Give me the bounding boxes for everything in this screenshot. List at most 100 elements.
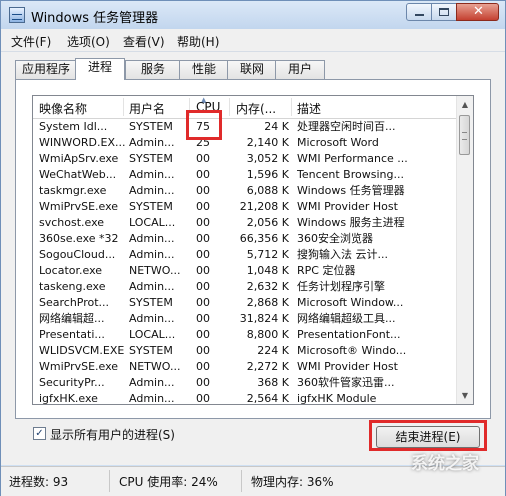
cell-memory: 1,596 K xyxy=(246,168,289,181)
table-row[interactable]: WmiPrvSE.exe SYSTEM 00 21,208 K WMI Provider… xyxy=(33,199,456,215)
cell-memory: 2,056 K xyxy=(246,216,289,229)
end-process-highlight xyxy=(369,420,487,451)
cell-image-name: SecurityPr... xyxy=(39,376,105,389)
cell-description: Microsoft® Windo... xyxy=(297,344,407,357)
table-row[interactable]: WmiPrvSE.exe NETWO... 00 2,272 K WMI Provide… xyxy=(33,359,456,375)
cell-description: 处理器空闲时间百... xyxy=(297,120,396,133)
cell-description: Microsoft Word xyxy=(297,136,379,149)
table-row[interactable]: SearchProt... SYSTEM 00 2,868 K Microsoft Wi… xyxy=(33,295,456,311)
show-all-users-checkbox[interactable]: ✓ xyxy=(33,427,46,440)
cell-user-name: Admin... xyxy=(129,232,175,245)
cell-user-name: NETWO... xyxy=(129,264,181,277)
menu-options[interactable]: 选项(O) xyxy=(67,33,110,50)
table-row[interactable]: WmiApSrv.exe SYSTEM 00 3,052 K WMI Performan… xyxy=(33,151,456,167)
close-button[interactable]: ✕ xyxy=(456,3,499,21)
cell-user-name: LOCAL... xyxy=(129,216,176,229)
show-all-users-label[interactable]: 显示所有用户的进程(S) xyxy=(50,426,175,443)
tab-networking[interactable]: 联网 xyxy=(227,60,277,79)
column-image-name[interactable]: 映像名称 xyxy=(39,100,87,117)
cpu-column-highlight xyxy=(186,110,222,140)
client-area: 应用程序 进程 服务 性能 联网 用户 映像名称 用户名 ▲ CPU 内存(..… xyxy=(1,52,505,465)
status-cpu-usage: CPU 使用率: 24% xyxy=(119,475,218,489)
cell-memory: 8,800 K xyxy=(246,328,289,341)
cell-memory: 2,272 K xyxy=(246,360,289,373)
cell-description: 网络编辑超级工具... xyxy=(297,312,396,325)
table-row[interactable]: System Idl... SYSTEM 75 24 K 处理器空闲时间百... xyxy=(33,119,456,135)
cell-description: WMI Provider Host xyxy=(297,200,398,213)
cell-user-name: Admin... xyxy=(129,248,175,261)
cell-description: Windows 任务管理器 xyxy=(297,184,405,197)
cell-image-name: igfxHK.exe xyxy=(39,392,98,405)
status-divider xyxy=(109,470,110,492)
table-row[interactable]: WeChatWeb... Admin... 00 1,596 K Tencent Bro… xyxy=(33,167,456,183)
title-bar[interactable]: Windows 任务管理器 ✕ xyxy=(1,1,505,29)
menu-file[interactable]: 文件(F) xyxy=(11,33,51,50)
maximize-icon xyxy=(439,8,449,16)
table-row[interactable]: Locator.exe NETWO... 00 1,048 K RPC 定位器 xyxy=(33,263,456,279)
cell-cpu: 00 xyxy=(196,344,210,357)
column-memory[interactable]: 内存(... xyxy=(236,100,276,117)
table-row[interactable]: Presentati... LOCAL... 00 8,800 K Presentati… xyxy=(33,327,456,343)
table-row[interactable]: 360se.exe *32 Admin... 00 66,356 K 360安全浏览器 xyxy=(33,231,456,247)
menu-help[interactable]: 帮助(H) xyxy=(177,33,219,50)
table-row[interactable]: SecurityPr... Admin... 00 368 K 360软件管家迅雷... xyxy=(33,375,456,391)
cell-user-name: SYSTEM xyxy=(129,344,173,357)
processes-panel: 映像名称 用户名 ▲ CPU 内存(... 描述 System Idl... SY… xyxy=(15,79,491,419)
column-divider[interactable] xyxy=(291,98,292,116)
tab-performance[interactable]: 性能 xyxy=(179,60,229,79)
cell-cpu: 00 xyxy=(196,248,210,261)
cell-image-name: WLIDSVCM.EXE xyxy=(39,344,125,357)
cell-description: PresentationFont... xyxy=(297,328,401,341)
cell-cpu: 00 xyxy=(196,200,210,213)
table-row[interactable]: 网络编辑超... Admin... 00 31,824 K 网络编辑超级工具... xyxy=(33,311,456,327)
cell-memory: 31,824 K xyxy=(239,312,289,325)
vertical-scrollbar[interactable]: ▲ ▼ xyxy=(456,96,473,404)
maximize-button[interactable] xyxy=(431,3,457,21)
table-row[interactable]: SogouCloud... Admin... 00 5,712 K 搜狗输入法 云计..… xyxy=(33,247,456,263)
cell-memory: 368 K xyxy=(257,376,289,389)
cell-user-name: SYSTEM xyxy=(129,200,173,213)
cell-user-name: Admin... xyxy=(129,376,175,389)
tab-services[interactable]: 服务 xyxy=(125,60,181,79)
menu-view[interactable]: 查看(V) xyxy=(123,33,165,50)
scroll-up-arrow-icon[interactable]: ▲ xyxy=(457,96,473,113)
minimize-button[interactable] xyxy=(406,3,432,21)
table-row[interactable]: WINWORD.EX... Admin... 25 2,140 K Microsoft … xyxy=(33,135,456,151)
cell-cpu: 00 xyxy=(196,168,210,181)
cell-cpu: 00 xyxy=(196,392,210,405)
column-user-name[interactable]: 用户名 xyxy=(129,100,165,117)
table-row[interactable]: taskeng.exe Admin... 00 2,632 K 任务计划程序引擎 xyxy=(33,279,456,295)
cell-image-name: WINWORD.EX... xyxy=(39,136,126,149)
scroll-down-arrow-icon[interactable]: ▼ xyxy=(457,387,473,404)
cell-user-name: LOCAL... xyxy=(129,328,176,341)
status-memory: 物理内存: 36% xyxy=(251,475,334,489)
tab-applications[interactable]: 应用程序 xyxy=(15,60,77,79)
column-divider[interactable] xyxy=(123,98,124,116)
cell-user-name: NETWO... xyxy=(129,360,181,373)
cell-user-name: Admin... xyxy=(129,392,175,405)
cell-memory: 21,208 K xyxy=(239,200,289,213)
cell-image-name: WeChatWeb... xyxy=(39,168,117,181)
cell-memory: 224 K xyxy=(257,344,289,357)
tab-processes[interactable]: 进程 xyxy=(75,58,125,80)
cell-description: RPC 定位器 xyxy=(297,264,356,277)
column-description[interactable]: 描述 xyxy=(297,100,321,117)
process-list[interactable]: 映像名称 用户名 ▲ CPU 内存(... 描述 System Idl... SY… xyxy=(32,95,474,405)
tab-users[interactable]: 用户 xyxy=(275,60,325,79)
table-row[interactable]: WLIDSVCM.EXE SYSTEM 00 224 K Microsoft® Wind… xyxy=(33,343,456,359)
cell-image-name: svchost.exe xyxy=(39,216,105,229)
cell-memory: 1,048 K xyxy=(246,264,289,277)
scroll-thumb[interactable] xyxy=(459,115,470,155)
table-row[interactable]: svchost.exe LOCAL... 00 2,056 K Windows 服务主进… xyxy=(33,215,456,231)
cell-user-name: SYSTEM xyxy=(129,296,173,309)
table-row[interactable]: taskmgr.exe Admin... 00 6,088 K Windows 任务管理… xyxy=(33,183,456,199)
cell-description: 搜狗输入法 云计... xyxy=(297,248,388,261)
cell-description: 360安全浏览器 xyxy=(297,232,373,245)
close-icon: ✕ xyxy=(473,4,484,19)
table-row[interactable]: igfxHK.exe Admin... 00 2,564 K igfxHK Module xyxy=(33,391,456,405)
cell-image-name: WmiApSrv.exe xyxy=(39,152,119,165)
cell-memory: 2,140 K xyxy=(246,136,289,149)
column-divider[interactable] xyxy=(229,98,230,116)
cell-memory: 5,712 K xyxy=(246,248,289,261)
minimize-icon xyxy=(415,14,424,16)
